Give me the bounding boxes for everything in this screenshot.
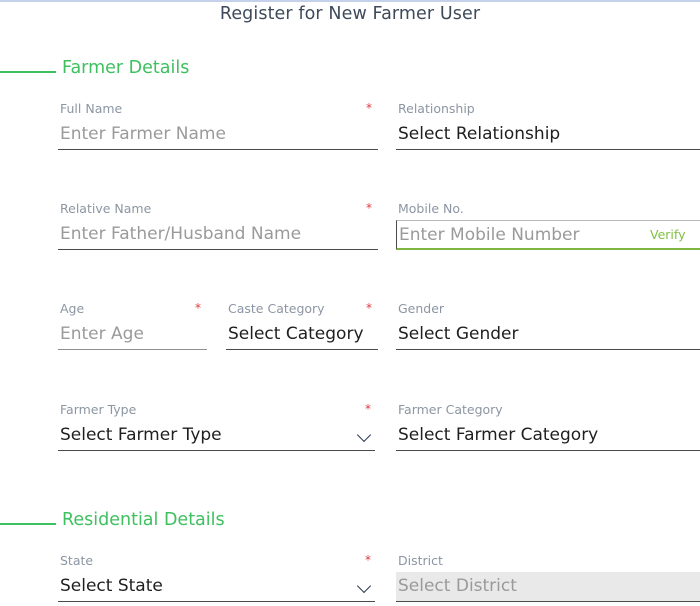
mobile-no-placeholder: Enter Mobile Number: [399, 225, 580, 245]
farmer-category-label: Farmer Category: [398, 402, 503, 417]
caste-category-value: Select Category: [228, 324, 364, 344]
gender-value: Select Gender: [398, 324, 519, 344]
age-required-marker: *: [195, 301, 201, 315]
gender-label: Gender: [398, 301, 445, 316]
state-label: State: [60, 553, 94, 568]
gender-select[interactable]: Select Gender: [396, 320, 700, 350]
section-residential-details: Residential Details: [0, 510, 700, 538]
farmer-type-required-marker: *: [365, 402, 371, 416]
chevron-down-icon: [356, 427, 372, 443]
age-input[interactable]: Enter Age: [58, 320, 207, 350]
verify-mobile-link[interactable]: Verify: [650, 227, 685, 242]
state-value: Select State: [60, 576, 163, 596]
section-residential-details-title: Residential Details: [62, 510, 225, 530]
farmer-type-value: Select Farmer Type: [60, 425, 222, 445]
caste-category-select[interactable]: Select Category: [226, 320, 378, 350]
relative-name-required-marker: *: [366, 201, 372, 215]
mobile-no-input[interactable]: Enter Mobile Number Verify: [396, 220, 700, 250]
district-select[interactable]: Select District: [396, 572, 700, 602]
relative-name-placeholder: Enter Father/Husband Name: [60, 224, 302, 244]
relative-name-label: Relative Name: [60, 201, 152, 216]
full-name-input[interactable]: Enter Farmer Name: [58, 120, 378, 150]
section-dash-icon: [0, 71, 56, 73]
state-select[interactable]: Select State: [58, 572, 375, 602]
farmer-type-label: Farmer Type: [60, 402, 137, 417]
caste-category-required-marker: *: [366, 301, 372, 315]
section-farmer-details: Farmer Details: [0, 58, 700, 86]
page-title: Register for New Farmer User: [219, 4, 481, 24]
age-label: Age: [60, 301, 85, 316]
relative-name-input[interactable]: Enter Father/Husband Name: [58, 220, 378, 250]
state-required-marker: *: [365, 553, 371, 567]
mobile-no-label: Mobile No.: [398, 201, 464, 216]
section-farmer-details-title: Farmer Details: [62, 58, 190, 78]
district-label: District: [398, 553, 443, 568]
district-placeholder: Select District: [398, 576, 517, 596]
section-dash-icon-2: [0, 523, 56, 525]
farmer-category-select[interactable]: Select Farmer Category: [396, 421, 700, 451]
top-divider: [0, 0, 700, 2]
full-name-label: Full Name: [60, 101, 123, 116]
full-name-required-marker: *: [366, 101, 372, 115]
age-placeholder: Enter Age: [60, 324, 144, 344]
chevron-down-icon-state: [356, 578, 372, 594]
full-name-placeholder: Enter Farmer Name: [60, 124, 226, 144]
relationship-label: Relationship: [398, 101, 475, 116]
relationship-select[interactable]: Select Relationship: [396, 120, 700, 150]
register-farmer-page: Register for New Farmer User Farmer Deta…: [0, 0, 700, 606]
farmer-type-select[interactable]: Select Farmer Type: [58, 421, 375, 451]
farmer-category-value: Select Farmer Category: [398, 425, 599, 445]
relationship-value: Select Relationship: [398, 124, 561, 144]
caste-category-label: Caste Category: [228, 301, 325, 316]
